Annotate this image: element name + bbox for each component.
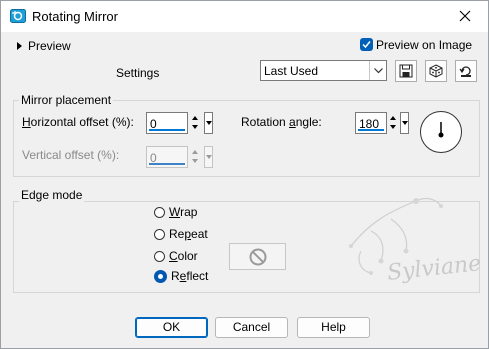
edge-color-swatch	[229, 243, 286, 270]
edge-mode-reflect-radio[interactable]: Reflect	[154, 269, 208, 283]
arrow-up-icon	[192, 150, 198, 154]
vertical-offset-stepper	[190, 146, 200, 168]
close-button[interactable]	[442, 1, 488, 32]
radio-icon	[154, 229, 165, 240]
close-icon	[459, 10, 471, 22]
cancel-button[interactable]: Cancel	[215, 317, 288, 338]
arrow-down-icon	[192, 159, 198, 163]
radio-icon	[154, 251, 165, 262]
preview-on-image-label: Preview on Image	[376, 38, 473, 52]
horizontal-offset-dropdown[interactable]	[204, 112, 213, 134]
vertical-offset-spinner: 0	[146, 146, 216, 168]
ok-button[interactable]: OK	[135, 317, 208, 338]
checkmark-icon	[360, 38, 373, 51]
mirror-placement-title: Mirror placement	[19, 93, 114, 107]
disabled-circle-icon	[249, 248, 267, 266]
arrow-down-icon[interactable]	[390, 125, 396, 129]
radio-selected-icon	[154, 270, 167, 283]
arrow-up-icon[interactable]	[192, 116, 198, 120]
window-title: Rotating Mirror	[32, 9, 118, 24]
settings-preset-value: Last Used	[264, 64, 319, 78]
randomize-button[interactable]	[425, 60, 447, 82]
horizontal-offset-spinner[interactable]: 0	[146, 112, 216, 134]
help-button[interactable]: Help	[297, 317, 370, 338]
edge-mode-color-radio[interactable]: Color	[154, 249, 198, 263]
preview-on-image-checkbox[interactable]: Preview on Image	[360, 38, 472, 52]
preview-expander[interactable]: Preview	[17, 39, 71, 53]
save-preset-icon	[399, 64, 413, 78]
randomize-icon	[429, 64, 443, 78]
horizontal-offset-label: Horizontal offset (%):	[22, 115, 134, 129]
save-preset-button[interactable]	[395, 60, 417, 82]
reset-button[interactable]	[455, 60, 477, 82]
reset-icon	[459, 66, 471, 77]
chevron-down-icon	[402, 121, 408, 125]
horizontal-offset-stepper[interactable]	[190, 112, 200, 134]
rotating-mirror-app-icon	[10, 9, 26, 23]
edge-mode-title: Edge mode	[19, 188, 85, 202]
arrow-up-icon[interactable]	[390, 116, 396, 120]
settings-label: Settings	[116, 66, 160, 80]
vertical-offset-label: Vertical offset (%):	[22, 148, 120, 162]
vertical-offset-input: 0	[146, 146, 188, 168]
title-bar: Rotating Mirror	[1, 1, 488, 32]
chevron-down-icon[interactable]	[369, 61, 386, 80]
rotation-angle-dial[interactable]	[420, 111, 462, 153]
rotation-angle-dropdown[interactable]	[400, 112, 409, 134]
vertical-offset-dropdown	[204, 146, 213, 168]
rotation-angle-label: Rotation angle:	[241, 115, 322, 129]
arrow-down-icon[interactable]	[192, 125, 198, 129]
rotation-angle-input[interactable]: 180	[355, 112, 387, 134]
chevron-down-icon	[206, 121, 212, 125]
radio-icon	[154, 207, 165, 218]
chevron-down-icon	[206, 155, 212, 159]
rotation-angle-stepper[interactable]	[388, 112, 398, 134]
rotating-mirror-dialog: Rotating Mirror Preview Preview on Image…	[0, 0, 489, 349]
preview-label: Preview	[28, 39, 71, 53]
edge-mode-repeat-radio[interactable]: Repeat	[154, 227, 208, 241]
angle-dial-needle-icon	[438, 122, 444, 138]
settings-preset-select[interactable]: Last Used	[260, 60, 387, 81]
expand-triangle-icon	[17, 42, 22, 50]
edge-mode-wrap-radio[interactable]: Wrap	[154, 205, 197, 219]
horizontal-offset-input[interactable]: 0	[146, 112, 188, 134]
rotation-angle-spinner[interactable]: 180	[355, 112, 410, 134]
